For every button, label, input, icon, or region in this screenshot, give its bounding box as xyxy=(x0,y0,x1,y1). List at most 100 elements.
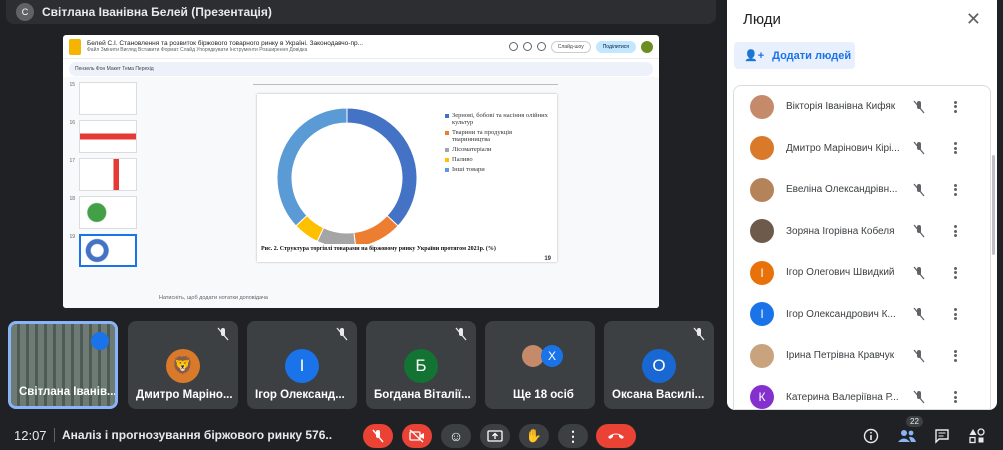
participant-name: Катерина Валеріївна Р... xyxy=(786,391,899,403)
comment-icon[interactable] xyxy=(522,42,532,51)
filmstrip-item[interactable]: 16 xyxy=(67,120,145,153)
people-header: Люди ✕ xyxy=(727,0,997,38)
slides-body: 15 16 17 18 19 Зернові, бобові та насінн… xyxy=(63,77,659,308)
avatar: К xyxy=(750,385,774,410)
mic-off-icon[interactable] xyxy=(912,266,926,280)
people-icon xyxy=(898,430,916,442)
slide-caption: Рис. 2. Структура торгівлі товарами на б… xyxy=(261,246,496,252)
slides-logo-icon xyxy=(69,38,81,55)
filmstrip-item[interactable]: 17 xyxy=(67,158,145,191)
present-button[interactable] xyxy=(480,424,510,448)
more-options-button[interactable]: ⋮ xyxy=(558,424,588,448)
legend-label: Зернові, бобові та насіння олійних культ… xyxy=(452,112,548,126)
legend-swatch xyxy=(445,158,449,162)
legend-label: Лісоматеріали xyxy=(452,146,492,153)
panel-title: Люди xyxy=(743,10,781,28)
participant-row[interactable]: Дмитро Марінович Кірі... xyxy=(734,128,990,170)
participant-row[interactable]: Евеліна Олександрівн... xyxy=(734,169,990,211)
meeting-details-button[interactable] xyxy=(862,427,880,445)
speaker-notes[interactable]: Натисніть, щоб додати нотатки доповідача xyxy=(159,295,653,304)
participant-name: Ірина Петрівна Кравчук xyxy=(786,350,895,362)
activities-button[interactable] xyxy=(968,427,986,445)
donut-slice xyxy=(353,214,399,244)
participant-row[interactable]: Ірина Петрівна Кравчук xyxy=(734,335,990,377)
slide-thumbnail[interactable] xyxy=(79,158,137,191)
hang-up-icon xyxy=(608,433,624,439)
close-icon[interactable]: ✕ xyxy=(966,9,981,30)
scrollbar[interactable] xyxy=(992,155,995,255)
document-title: Белей С.І. Становлення та розвиток біржо… xyxy=(87,39,363,47)
more-vert-icon[interactable] xyxy=(948,307,962,321)
mic-off-icon[interactable] xyxy=(912,307,926,321)
toolbar-tools[interactable]: Пензель Фон Макет Тема Перехід xyxy=(75,66,154,72)
legend-label: Інші товари xyxy=(452,166,485,173)
more-vert-icon[interactable] xyxy=(948,390,962,404)
avatar: Б xyxy=(404,349,438,383)
donut-slice xyxy=(276,107,348,227)
filmstrip-item[interactable]: 15 xyxy=(67,82,145,115)
tile-presenter[interactable]: Світлана Іванів... xyxy=(8,321,118,409)
emoji-icon: ☺ xyxy=(448,428,464,444)
mic-off-icon[interactable] xyxy=(912,349,926,363)
chat-button[interactable] xyxy=(933,427,951,445)
account-avatar[interactable] xyxy=(641,40,653,53)
filmstrip-item[interactable]: 19 xyxy=(67,234,145,267)
slide-canvas[interactable]: Зернові, бобові та насіння олійних культ… xyxy=(153,77,659,294)
avatar: І xyxy=(285,349,319,383)
tile-participant[interactable]: О Оксана Василі... xyxy=(604,321,714,409)
raise-hand-button[interactable]: ✋ xyxy=(519,424,549,448)
leave-call-button[interactable] xyxy=(596,424,636,448)
chart-legend: Зернові, бобові та насіння олійних культ… xyxy=(445,112,550,176)
people-list: Вікторія Іванівна Кифяк Дмитро Марінович … xyxy=(733,85,991,410)
slide-thumbnail[interactable] xyxy=(79,120,137,153)
slide-page-number: 19 xyxy=(544,256,551,262)
slide-thumbnail[interactable] xyxy=(79,196,137,229)
mic-off-icon[interactable] xyxy=(912,100,926,114)
legend-swatch xyxy=(445,131,449,135)
more-vert-icon[interactable] xyxy=(948,183,962,197)
more-vert-icon: ⋮ xyxy=(566,427,580,444)
mic-off-icon[interactable] xyxy=(912,224,926,238)
camera-toggle-button[interactable] xyxy=(402,424,432,448)
more-vert-icon[interactable] xyxy=(948,266,962,280)
participant-name: Вікторія Іванівна Кифяк xyxy=(786,101,896,113)
tile-participant[interactable]: І Ігор Олександ... xyxy=(247,321,357,409)
slide[interactable]: Зернові, бобові та насіння олійних культ… xyxy=(257,94,557,262)
video-icon[interactable] xyxy=(536,42,546,51)
more-vert-icon[interactable] xyxy=(948,100,962,114)
people-button[interactable] xyxy=(898,427,916,445)
more-vert-icon[interactable] xyxy=(948,224,962,238)
add-person-icon: 👤+ xyxy=(744,50,765,62)
participant-row[interactable]: І Ігор Олегович Швидкий xyxy=(734,252,990,294)
tile-participant[interactable]: 🦁 Дмитро Маріно... xyxy=(128,321,238,409)
participant-row[interactable]: К Катерина Валеріївна Р... xyxy=(734,377,990,411)
avatar xyxy=(750,177,774,202)
tile-participant[interactable]: Б Богдана Віталії... xyxy=(366,321,476,409)
slideshow-button[interactable]: Слайд-шоу xyxy=(550,40,591,53)
mic-off-icon[interactable] xyxy=(912,390,926,404)
mic-off-icon xyxy=(693,327,705,341)
mic-off-icon[interactable] xyxy=(912,141,926,155)
participant-row[interactable]: Зоряна Ігорівна Кобеля xyxy=(734,211,990,253)
more-vert-icon[interactable] xyxy=(948,349,962,363)
presenter-avatar: С xyxy=(16,3,34,21)
filmstrip: 15 16 17 18 19 xyxy=(67,77,145,296)
slide-thumbnail[interactable] xyxy=(79,82,137,115)
mic-off-icon xyxy=(455,327,467,341)
legend-label: Паливо xyxy=(452,156,473,163)
slide-thumbnail-selected[interactable] xyxy=(79,234,137,267)
history-icon[interactable] xyxy=(508,42,518,51)
mic-toggle-button[interactable] xyxy=(363,424,393,448)
menu-bar: Файл Змінити Вигляд Вставити Формат Слай… xyxy=(87,46,308,53)
participant-row[interactable]: Вікторія Іванівна Кифяк xyxy=(734,86,990,128)
reactions-button[interactable]: ☺ xyxy=(441,424,471,448)
mic-off-icon[interactable] xyxy=(912,183,926,197)
participant-row[interactable]: І Ігор Олександрович К... xyxy=(734,294,990,336)
add-people-button[interactable]: 👤+ Додати людей xyxy=(734,42,855,69)
tile-others[interactable]: Х Ще 18 осіб xyxy=(485,321,595,409)
filmstrip-item[interactable]: 18 xyxy=(67,196,145,229)
tile-name: Дмитро Маріно... xyxy=(136,389,233,401)
share-button[interactable]: Поділитися xyxy=(595,40,636,53)
mic-off-icon xyxy=(217,327,229,341)
more-vert-icon[interactable] xyxy=(948,141,962,155)
